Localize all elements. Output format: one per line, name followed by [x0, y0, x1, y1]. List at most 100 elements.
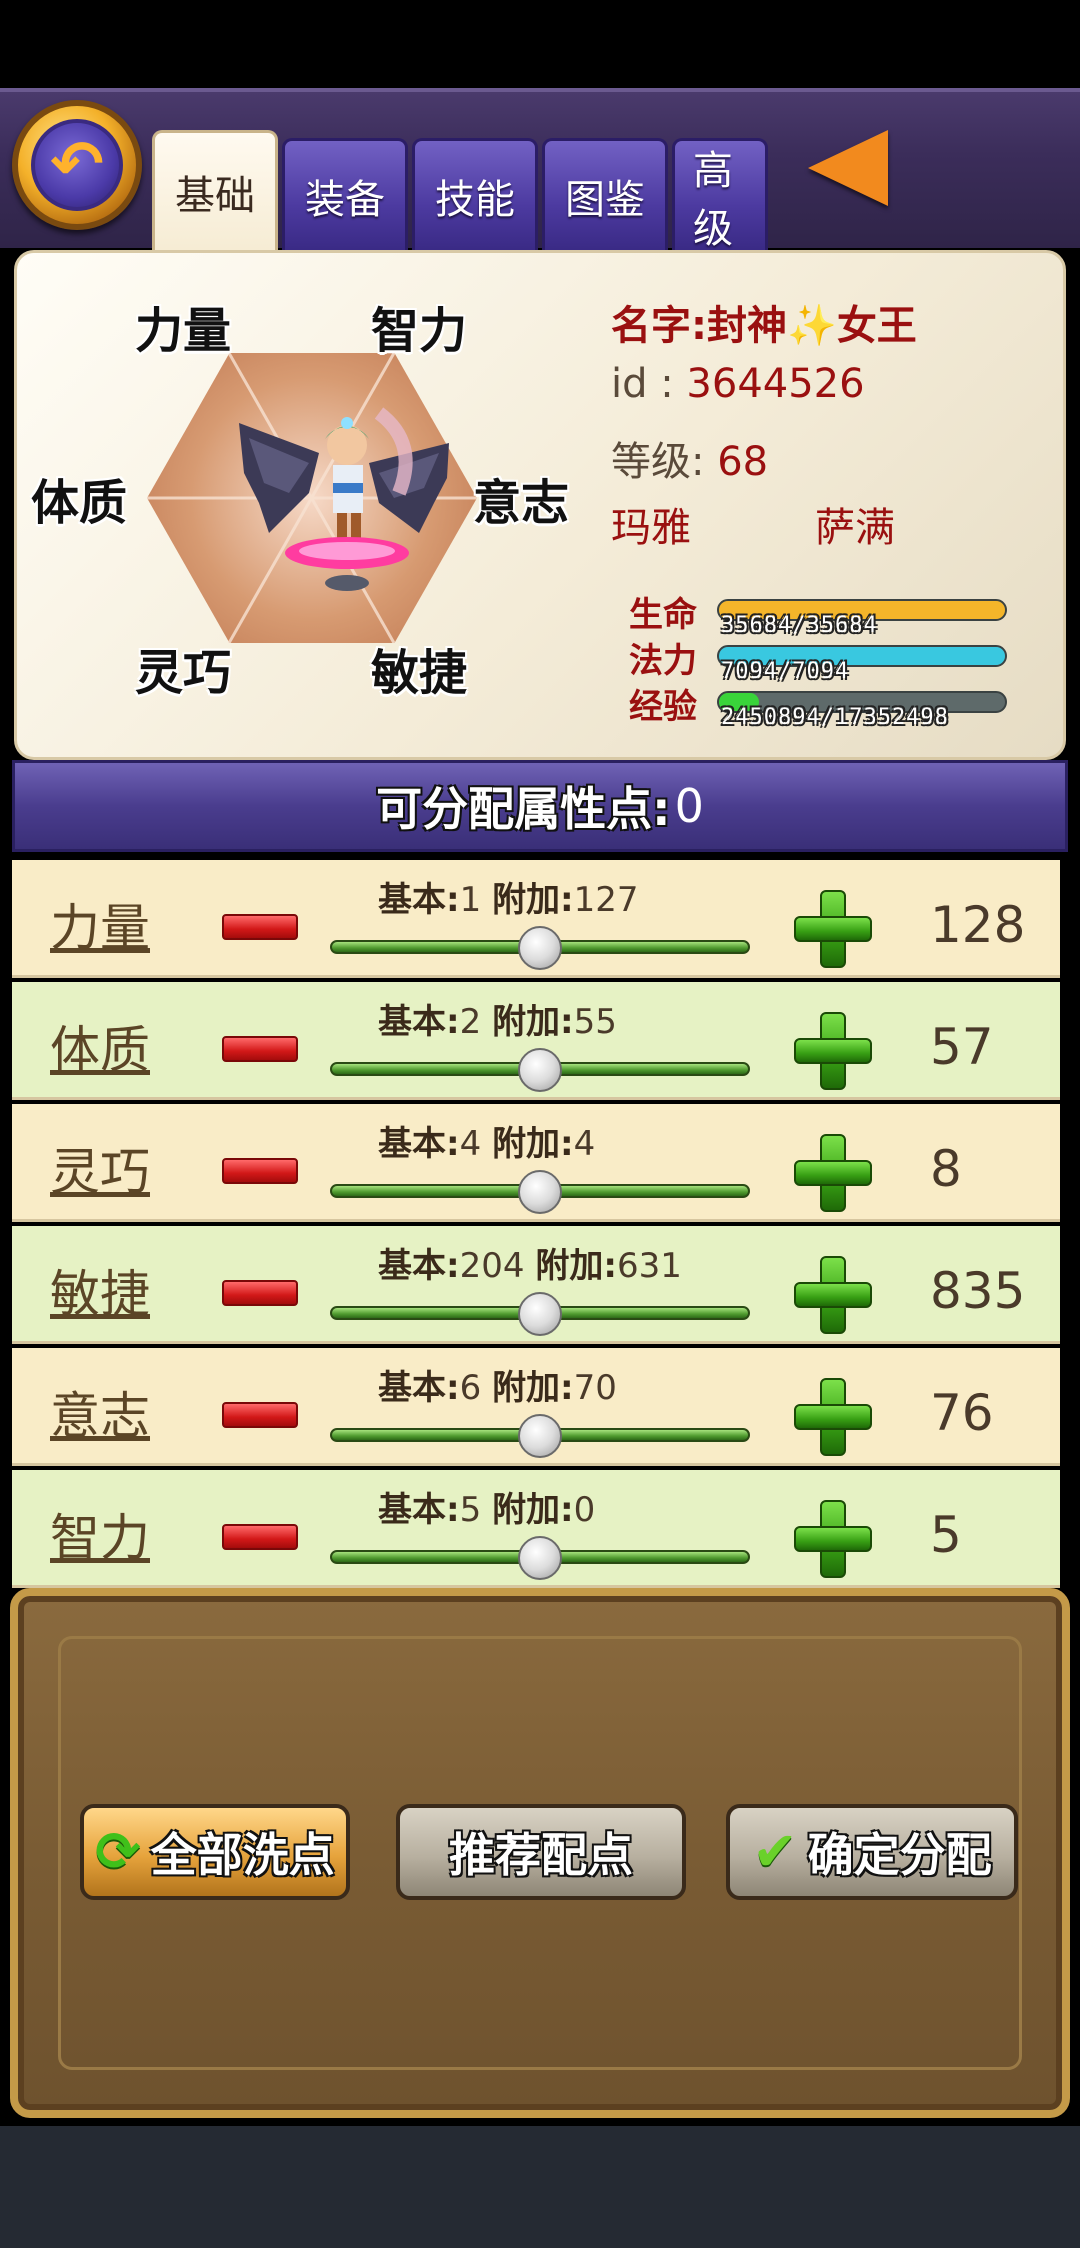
- mp-label: 法力: [629, 641, 697, 681]
- recommend-label: 推荐配点: [449, 1828, 633, 1882]
- hex-label-will: 意志: [473, 475, 570, 531]
- stat-total: 835: [930, 1262, 1026, 1320]
- base-value: 204: [459, 1246, 525, 1286]
- sparkle-icon: ✨: [787, 303, 837, 349]
- plus-button[interactable]: [794, 1378, 872, 1456]
- stat-row-constitution: 体质 基本:2 附加:55 57: [12, 982, 1060, 1100]
- name-prefix: 名字:封神: [611, 303, 787, 349]
- bonus-label: 附加:: [492, 1490, 574, 1530]
- stat-row-agility: 敏捷 基本:204 附加:631 835: [12, 1226, 1060, 1344]
- hex-label-agility: 敏捷: [371, 645, 468, 701]
- plus-button[interactable]: [794, 1500, 872, 1578]
- tab-codex[interactable]: 图鉴: [542, 138, 668, 250]
- tab-skills[interactable]: 技能: [412, 138, 538, 250]
- confirm-label: 确定分配: [807, 1828, 992, 1882]
- stat-total: 76: [930, 1384, 994, 1442]
- bonus-value: 55: [573, 1002, 617, 1042]
- available-points-label: 可分配属性点:: [376, 782, 671, 836]
- bonus-label: 附加:: [492, 1368, 574, 1408]
- base-value: 4: [459, 1124, 482, 1164]
- stat-name[interactable]: 体质: [50, 1010, 150, 1082]
- stat-breakdown: 基本:1 附加:127: [378, 872, 639, 921]
- mp-text: 7094/7094: [721, 659, 850, 684]
- plus-button[interactable]: [794, 1012, 872, 1090]
- slider-handle[interactable]: [518, 1048, 562, 1092]
- bonus-label: 附加:: [492, 880, 574, 920]
- slider-handle[interactable]: [518, 1414, 562, 1458]
- back-button[interactable]: ↶: [12, 100, 142, 230]
- stat-name[interactable]: 意志: [50, 1376, 150, 1448]
- left-arrow-icon[interactable]: [808, 130, 888, 206]
- recommend-button[interactable]: 推荐配点: [396, 1804, 686, 1900]
- base-value: 5: [459, 1490, 482, 1530]
- bonus-value: 0: [573, 1490, 596, 1530]
- hex-label-constitution: 体质: [31, 475, 128, 531]
- available-points-value: 0: [674, 779, 704, 833]
- level-label: 等级:: [611, 439, 718, 485]
- base-label: 基本:: [378, 1368, 460, 1408]
- plus-button[interactable]: [794, 1134, 872, 1212]
- bonus-value: 70: [573, 1368, 617, 1408]
- stat-row-strength: 力量 基本:1 附加:127 128: [12, 860, 1060, 978]
- minus-button[interactable]: [222, 1402, 298, 1428]
- plus-button[interactable]: [794, 890, 872, 968]
- stat-total: 128: [930, 896, 1026, 954]
- base-label: 基本:: [378, 880, 460, 920]
- stat-breakdown: 基本:204 附加:631: [378, 1238, 682, 1287]
- stat-name[interactable]: 智力: [50, 1498, 150, 1570]
- character-race: 玛雅: [611, 505, 691, 551]
- base-label: 基本:: [378, 1490, 460, 1530]
- stat-row-dexterity: 灵巧 基本:4 附加:4 8: [12, 1104, 1060, 1222]
- plus-button[interactable]: [794, 1256, 872, 1334]
- stat-row-will: 意志 基本:6 附加:70 76: [12, 1348, 1060, 1466]
- base-value: 6: [459, 1368, 482, 1408]
- stat-total: 57: [930, 1018, 994, 1076]
- name-suffix: 女王: [836, 303, 917, 349]
- tab-advanced[interactable]: 高级: [672, 138, 768, 250]
- reset-all-label: 全部洗点: [150, 1828, 335, 1882]
- minus-button[interactable]: [222, 1280, 298, 1306]
- character-level: 等级: 68: [611, 429, 768, 487]
- slider-handle[interactable]: [518, 1292, 562, 1336]
- bonus-label: 附加:: [492, 1002, 574, 1042]
- slider-handle[interactable]: [518, 1170, 562, 1214]
- level-value: 68: [717, 439, 769, 485]
- character-info-panel: 力量 智力 体质 意志 灵巧 敏捷 名字:封神✨女王 id : 3644526 …: [14, 250, 1066, 760]
- exp-text: 2450894/17352498: [721, 705, 949, 730]
- back-arrow-icon: ↶: [31, 119, 123, 211]
- base-label: 基本:: [378, 1124, 460, 1164]
- stat-name[interactable]: 敏捷: [50, 1254, 150, 1326]
- hex-label-dexterity: 灵巧: [135, 645, 232, 701]
- character-class: 萨满: [815, 505, 895, 551]
- refresh-icon: ⟳: [95, 1820, 141, 1883]
- id-label: id :: [611, 361, 687, 407]
- bonus-label: 附加:: [492, 1124, 574, 1164]
- minus-button[interactable]: [222, 1524, 298, 1550]
- stat-total: 5: [930, 1506, 962, 1564]
- character-name: 名字:封神✨女王: [611, 293, 917, 351]
- hp-text: 35684/35684: [721, 613, 878, 638]
- stat-row-intelligence: 智力 基本:5 附加:0 5: [12, 1470, 1060, 1588]
- base-value: 1: [459, 880, 482, 920]
- minus-button[interactable]: [222, 1036, 298, 1062]
- stat-breakdown: 基本:5 附加:0: [378, 1482, 595, 1531]
- stat-breakdown: 基本:2 附加:55: [378, 994, 617, 1043]
- tab-equipment[interactable]: 装备: [282, 138, 408, 250]
- slider-handle[interactable]: [518, 1536, 562, 1580]
- minus-button[interactable]: [222, 914, 298, 940]
- checkmark-icon: ✔: [752, 1820, 798, 1883]
- minus-button[interactable]: [222, 1158, 298, 1184]
- bonus-label: 附加:: [535, 1246, 617, 1286]
- base-label: 基本:: [378, 1002, 460, 1042]
- stat-breakdown: 基本:4 附加:4: [378, 1116, 595, 1165]
- bonus-value: 4: [573, 1124, 596, 1164]
- hex-label-intelligence: 智力: [371, 303, 468, 359]
- stat-total: 8: [930, 1140, 962, 1198]
- stat-name[interactable]: 灵巧: [50, 1132, 150, 1204]
- confirm-button[interactable]: ✔ 确定分配: [726, 1804, 1018, 1900]
- available-points-banner: 可分配属性点: 0: [12, 760, 1068, 852]
- stat-name[interactable]: 力量: [50, 888, 150, 960]
- slider-handle[interactable]: [518, 926, 562, 970]
- reset-all-button[interactable]: ⟳ 全部洗点: [80, 1804, 350, 1900]
- tab-basic[interactable]: 基础: [152, 130, 278, 250]
